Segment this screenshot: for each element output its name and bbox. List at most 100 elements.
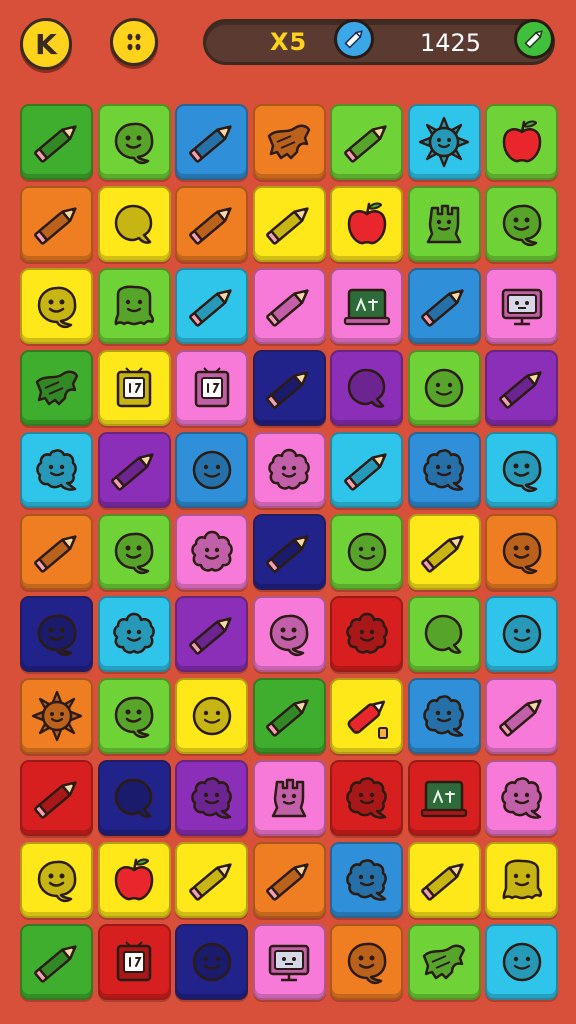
smiley-blob-icon	[114, 532, 154, 575]
tile-r6-c1[interactable]	[20, 514, 93, 590]
tile-r1-c2[interactable]	[97, 104, 171, 180]
tile-r7-c1[interactable]	[20, 596, 93, 672]
tile-r1-c3[interactable]	[175, 104, 248, 180]
tile-r9-c6[interactable]	[407, 760, 481, 836]
smiley-blob-icon	[114, 696, 154, 739]
tile-r10-c3[interactable]	[175, 842, 248, 918]
pencil-boost-icon[interactable]	[334, 19, 374, 59]
apple-icon	[502, 120, 541, 163]
tile-r5-c6[interactable]	[407, 432, 481, 508]
splat-icon	[345, 777, 387, 819]
tile-r10-c2[interactable]	[97, 842, 171, 918]
tile-r9-c3[interactable]	[175, 760, 248, 836]
tile-r4-c5[interactable]	[330, 350, 403, 426]
tile-r10-c1[interactable]	[20, 842, 93, 918]
tile-r2-c1[interactable]	[20, 186, 93, 262]
tile-r9-c4[interactable]	[252, 760, 326, 836]
settings-button[interactable]	[110, 18, 158, 66]
tile-r2-c6[interactable]	[407, 186, 481, 262]
tile-r11-c6[interactable]	[407, 924, 481, 1000]
cloth-icon	[422, 944, 466, 980]
pencil-powerup-icon[interactable]	[514, 19, 554, 59]
tile-r2-c2[interactable]	[97, 186, 171, 262]
apple-icon	[114, 858, 154, 901]
tile-r6-c7[interactable]	[485, 514, 558, 590]
tile-r5-c1[interactable]	[20, 432, 93, 508]
tile-r8-c6[interactable]	[407, 678, 481, 754]
multiplier-text: X5	[270, 28, 308, 56]
tile-r7-c3[interactable]	[175, 596, 248, 672]
tile-r8-c7[interactable]	[485, 678, 558, 754]
box-icon	[116, 941, 152, 982]
tile-r6-c6[interactable]	[407, 514, 481, 590]
tile-r8-c2[interactable]	[97, 678, 171, 754]
tile-r9-c5[interactable]	[330, 760, 403, 836]
tile-r10-c6[interactable]	[407, 842, 481, 918]
tile-r7-c4[interactable]	[252, 596, 326, 672]
tile-r1-c7[interactable]	[485, 104, 558, 180]
tile-r6-c2[interactable]	[97, 514, 171, 590]
tile-r11-c5[interactable]	[330, 924, 403, 1000]
tile-r7-c2[interactable]	[97, 596, 171, 672]
tile-r10-c5[interactable]	[330, 842, 403, 918]
tile-r3-c5[interactable]	[330, 268, 403, 344]
tile-r11-c3[interactable]	[175, 924, 248, 1000]
flower-icon	[345, 612, 388, 654]
tile-r4-c3[interactable]	[175, 350, 248, 426]
tile-r9-c2[interactable]	[97, 760, 171, 836]
menu-button[interactable]: K	[20, 18, 72, 70]
tile-r6-c4[interactable]	[252, 514, 326, 590]
tile-r3-c1[interactable]	[20, 268, 93, 344]
tile-r9-c1[interactable]	[20, 760, 93, 836]
flower-icon	[113, 612, 155, 654]
tile-r2-c3[interactable]	[175, 186, 248, 262]
tile-r1-c1[interactable]	[20, 104, 93, 180]
tile-r5-c3[interactable]	[175, 432, 248, 508]
pencil-icon	[343, 125, 387, 163]
tile-r4-c4[interactable]	[252, 350, 326, 426]
top-bar: K X5 1425	[0, 0, 576, 90]
tile-r7-c6[interactable]	[407, 596, 481, 672]
pencil-icon	[33, 207, 77, 245]
tile-r9-c7[interactable]	[485, 760, 558, 836]
tile-r11-c7[interactable]	[485, 924, 558, 1000]
tile-r2-c4[interactable]	[252, 186, 326, 262]
tile-r5-c2[interactable]	[97, 432, 171, 508]
tile-r3-c3[interactable]	[175, 268, 248, 344]
tile-r6-c5[interactable]	[330, 514, 403, 590]
tile-r8-c5[interactable]	[330, 678, 403, 754]
tile-r4-c6[interactable]	[407, 350, 481, 426]
tile-r4-c2[interactable]	[97, 350, 171, 426]
tile-r3-c6[interactable]	[407, 268, 481, 344]
tile-r3-c2[interactable]	[97, 268, 171, 344]
tile-r4-c1[interactable]	[20, 350, 93, 426]
tile-r7-c7[interactable]	[485, 596, 558, 672]
marker-icon	[347, 700, 388, 739]
tile-r1-c4[interactable]	[252, 104, 326, 180]
tile-r1-c6[interactable]	[407, 104, 481, 180]
face-icon	[502, 614, 541, 654]
tile-r5-c4[interactable]	[252, 432, 326, 508]
pencil-icon	[343, 453, 387, 491]
tile-r10-c4[interactable]	[252, 842, 326, 918]
tile-r8-c1[interactable]	[20, 678, 93, 754]
tile-r11-c4[interactable]	[252, 924, 326, 1000]
tile-r3-c4[interactable]	[252, 268, 326, 344]
pencil-icon	[33, 781, 77, 819]
tile-r8-c4[interactable]	[252, 678, 326, 754]
pencil-icon	[421, 863, 464, 901]
tile-r8-c3[interactable]	[175, 678, 248, 754]
tile-r3-c7[interactable]	[485, 268, 558, 344]
tile-r2-c5[interactable]	[330, 186, 403, 262]
tile-r2-c7[interactable]	[485, 186, 558, 262]
tile-r4-c7[interactable]	[485, 350, 558, 426]
tile-r1-c5[interactable]	[330, 104, 403, 180]
tile-r10-c7[interactable]	[485, 842, 558, 918]
tile-r6-c3[interactable]	[175, 514, 248, 590]
tile-r11-c2[interactable]	[97, 924, 171, 1000]
ghost-icon	[114, 285, 155, 326]
tile-r11-c1[interactable]	[20, 924, 93, 1000]
tile-r7-c5[interactable]	[330, 596, 403, 672]
tile-r5-c5[interactable]	[330, 432, 403, 508]
tile-r5-c7[interactable]	[485, 432, 558, 508]
